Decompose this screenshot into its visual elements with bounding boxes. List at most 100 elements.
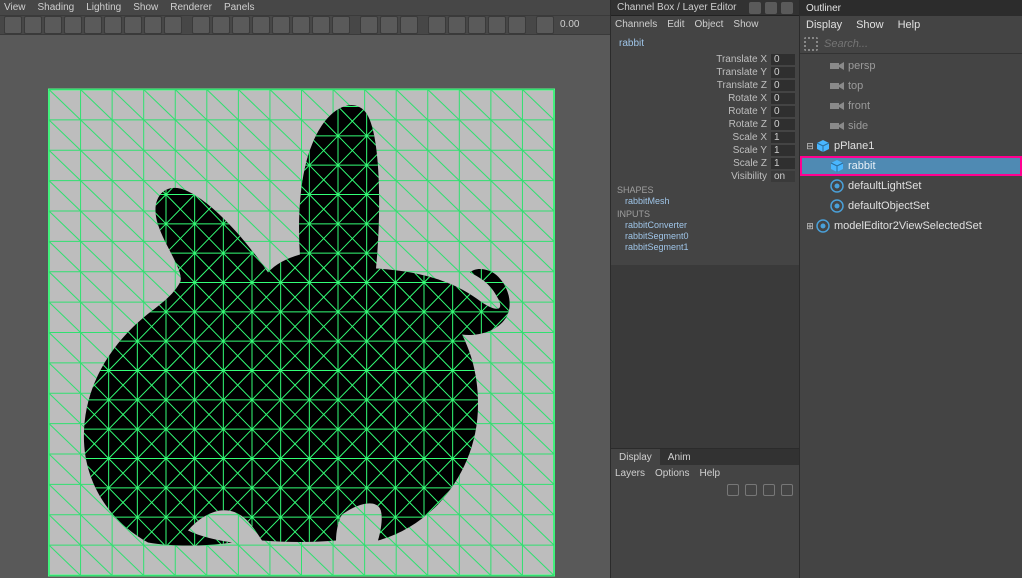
tool-textured-icon[interactable] [232, 16, 250, 34]
tool-motion-blur-icon[interactable] [312, 16, 330, 34]
channel-box-spacer [611, 265, 799, 448]
tool-bookmark-icon[interactable] [24, 16, 42, 34]
tool-grid-icon[interactable] [428, 16, 446, 34]
tool-shaded-icon[interactable] [212, 16, 230, 34]
out-menu-help[interactable]: Help [898, 19, 921, 31]
outliner-search [800, 34, 1022, 54]
tool-gizmo-icon[interactable] [488, 16, 506, 34]
cb-shape-rabbitmesh[interactable]: rabbitMesh [625, 196, 795, 206]
out-menu-display[interactable]: Display [806, 19, 842, 31]
outliner-item-defaultObjectSet[interactable]: defaultObjectSet [800, 196, 1022, 216]
outliner-tree[interactable]: persp top frontside⊟pPlane1rabbit defaultLi… [800, 54, 1022, 578]
tool-film-gate-icon[interactable] [64, 16, 82, 34]
tool-isolate-icon[interactable] [360, 16, 378, 34]
viewport-menu-renderer[interactable]: Renderer [170, 2, 212, 13]
attr-label[interactable]: Scale X [615, 132, 771, 143]
attr-label[interactable]: Scale Z [615, 158, 771, 169]
tool-wireframe-icon[interactable] [192, 16, 210, 34]
tool-film-origin-icon[interactable] [448, 16, 466, 34]
attr-label[interactable]: Translate Y [615, 67, 771, 78]
outliner-item-side[interactable]: side [800, 116, 1022, 136]
layer-menu-help[interactable]: Help [699, 468, 720, 479]
twisty-icon[interactable]: ⊞ [804, 221, 816, 232]
attr-value-field[interactable]: on [771, 171, 795, 182]
attr-value-field[interactable]: 1 [771, 132, 795, 143]
tool-lights-icon[interactable] [252, 16, 270, 34]
attr-label[interactable]: Translate X [615, 54, 771, 65]
attr-row: Scale Z1 [615, 157, 795, 169]
outliner-search-input[interactable] [822, 37, 1018, 51]
attr-label[interactable]: Scale Y [615, 145, 771, 156]
cb-input-segment1[interactable]: rabbitSegment1 [625, 242, 795, 252]
tool-select-camera-icon[interactable] [4, 16, 22, 34]
cb-menu-object[interactable]: Object [695, 19, 724, 30]
outliner-item-pPlane1[interactable]: ⊟pPlane1 [800, 136, 1022, 156]
attr-label[interactable]: Rotate Z [615, 119, 771, 130]
cb-input-segment0[interactable]: rabbitSegment0 [625, 231, 795, 241]
outliner-item-front[interactable]: front [800, 96, 1022, 116]
tool-film-pivot-icon[interactable] [468, 16, 486, 34]
viewport-canvas[interactable] [0, 35, 610, 578]
layer-editor-list[interactable] [611, 499, 799, 578]
outliner-item-top[interactable]: top [800, 76, 1022, 96]
channel-box-tab[interactable]: Channel Box / Layer Editor [611, 0, 799, 16]
tool-exposure-icon[interactable] [536, 16, 554, 34]
twisty-icon[interactable]: ⊟ [804, 141, 816, 152]
tool-shadows-icon[interactable] [272, 16, 290, 34]
attr-value-field[interactable]: 1 [771, 145, 795, 156]
outliner-item-label: defaultLightSet [848, 180, 921, 192]
viewport-menu-show[interactable]: Show [133, 2, 158, 13]
cb-menu-edit[interactable]: Edit [667, 19, 684, 30]
channel-box-selected-node[interactable]: rabbit [615, 38, 795, 49]
attr-value-field[interactable]: 0 [771, 93, 795, 104]
layer-menu-layers[interactable]: Layers [615, 468, 645, 479]
attr-value-field[interactable]: 0 [771, 106, 795, 117]
viewport-menu-panels[interactable]: Panels [224, 2, 255, 13]
attr-label[interactable]: Rotate X [615, 93, 771, 104]
tool-safe-action-icon[interactable] [144, 16, 162, 34]
chan-icon-3[interactable] [781, 2, 793, 14]
outliner-item-defaultLightSet[interactable]: defaultLightSet [800, 176, 1022, 196]
layer-toggle-4[interactable] [781, 484, 793, 496]
tool-safe-title-icon[interactable] [164, 16, 182, 34]
outliner-item-label: top [848, 80, 863, 92]
tool-resolution-gate-icon[interactable] [84, 16, 102, 34]
outliner-tab[interactable]: Outliner [800, 0, 1022, 16]
attr-value-field[interactable]: 1 [771, 158, 795, 169]
attr-label[interactable]: Translate Z [615, 80, 771, 91]
tool-image-plane-icon[interactable] [44, 16, 62, 34]
attr-value-field[interactable]: 0 [771, 80, 795, 91]
viewport-menu-lighting[interactable]: Lighting [86, 2, 121, 13]
outliner-item-persp[interactable]: persp [800, 56, 1022, 76]
out-menu-show[interactable]: Show [856, 19, 884, 31]
tool-aa-icon[interactable] [332, 16, 350, 34]
layer-menu-options[interactable]: Options [655, 468, 689, 479]
tool-gate-mask-icon[interactable] [104, 16, 122, 34]
attr-value-field[interactable]: 0 [771, 119, 795, 130]
cb-menu-show[interactable]: Show [733, 19, 758, 30]
attr-label[interactable]: Visibility [615, 171, 771, 182]
layer-toggle-3[interactable] [763, 484, 775, 496]
cb-input-converter[interactable]: rabbitConverter [625, 220, 795, 230]
outliner-item-modelEditor2ViewSelectedSet[interactable]: ⊞modelEditor2ViewSelectedSet [800, 216, 1022, 236]
attr-row: Scale X1 [615, 131, 795, 143]
tool-ao-icon[interactable] [292, 16, 310, 34]
layer-toggle-1[interactable] [727, 484, 739, 496]
tool-depth-icon[interactable] [508, 16, 526, 34]
attr-value-field[interactable]: 0 [771, 67, 795, 78]
viewport-menu-shading[interactable]: Shading [38, 2, 75, 13]
attr-label[interactable]: Rotate Y [615, 106, 771, 117]
chan-icon-1[interactable] [749, 2, 761, 14]
outliner-item-rabbit[interactable]: rabbit [800, 156, 1022, 176]
tool-xray-joints-icon[interactable] [400, 16, 418, 34]
cb-menu-channels[interactable]: Channels [615, 19, 657, 30]
viewport-menu-view[interactable]: View [4, 2, 26, 13]
tool-field-chart-icon[interactable] [124, 16, 142, 34]
chan-icon-2[interactable] [765, 2, 777, 14]
layer-toggle-2[interactable] [745, 484, 757, 496]
attr-value-field[interactable]: 0 [771, 54, 795, 65]
tool-xray-icon[interactable] [380, 16, 398, 34]
layer-tab-anim[interactable]: Anim [660, 449, 699, 465]
layer-tab-display[interactable]: Display [611, 449, 660, 465]
camera-icon [830, 99, 844, 113]
